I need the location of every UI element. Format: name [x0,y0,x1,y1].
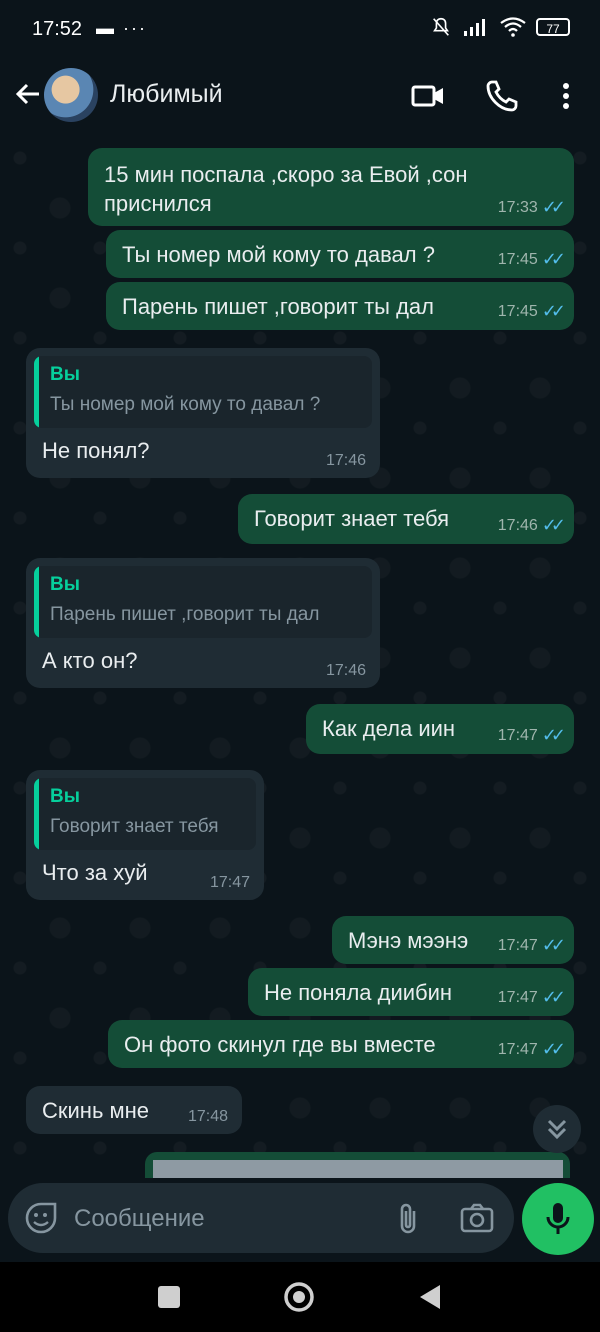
message-time: 17:48 [187,1108,228,1125]
message-meta: 17:47 ✓✓ [497,987,566,1008]
message-bubble-outgoing[interactable]: Как дела иин 17:47 ✓✓ [306,704,574,754]
message-time: 17:47 [497,1040,538,1058]
message-bubble-outgoing[interactable]: Не поняла диибин 17:47 ✓✓ [248,968,574,1016]
double-chevron-down-icon [547,1119,567,1140]
status-icons: 77 [430,16,570,38]
attach-icon[interactable] [394,1201,422,1235]
message-time: 17:47 [497,726,538,744]
message-time: 17:47 [209,874,250,891]
quote-author: Вы [50,786,80,807]
notification-icons: ▬ ··· [96,18,147,38]
read-ticks-icon: ✓✓ [541,515,566,535]
notifications-off-icon [433,17,449,36]
camera-icon[interactable] [460,1203,494,1233]
avatar[interactable] [44,68,98,122]
read-ticks-icon: ✓✓ [541,935,566,955]
system-nav-bar [0,1262,600,1332]
status-bar: 17:52 ▬ ··· 77 [0,0,600,60]
message-meta: 17:46 [326,662,366,680]
message-bubble-incoming[interactable]: Вы Парень пишет ,говорит ты дал А кто он… [26,558,380,688]
quoted-reply[interactable]: Вы Парень пишет ,говорит ты дал [34,566,372,638]
read-ticks-icon: ✓✓ [541,987,566,1007]
read-ticks-icon: ✓✓ [541,301,566,321]
message-bubble-outgoing[interactable]: Он фото скинул где вы вместе 17:47 ✓✓ [108,1020,574,1068]
message-input[interactable]: Сообщение [74,1205,205,1233]
message-composer[interactable]: Сообщение [8,1183,514,1253]
video-call-icon[interactable] [410,78,446,114]
message-time: 17:46 [497,516,538,534]
message-bubble-outgoing[interactable]: 15 мин поспала ,скоро за Евой ,сон присн… [88,148,574,226]
message-text: Мэнэ мээнэ [348,928,469,953]
message-time: 17:47 [497,988,538,1006]
back-triangle-icon[interactable] [418,1284,442,1310]
message-meta: 17:47 ✓✓ [497,725,566,746]
message-time: 17:46 [325,452,366,469]
quoted-reply[interactable]: Вы Говорит знает тебя [34,778,256,850]
voice-record-button[interactable] [522,1183,594,1255]
message-text: Скинь мне [42,1098,150,1123]
battery-icon: 77 [536,18,570,36]
message-meta: 17:45 ✓✓ [497,301,566,322]
message-meta: 17:46 ✓✓ [497,515,566,536]
quote-bar [34,778,39,850]
message-meta: 17:33 ✓✓ [497,197,566,218]
contact-name[interactable]: Любимый [110,80,223,109]
message-time: 17:45 [497,302,538,320]
image-message-preview[interactable] [145,1152,570,1178]
quote-author: Вы [50,364,80,385]
message-meta: 17:47 ✓✓ [497,1039,566,1060]
message-bubble-outgoing[interactable]: Ты номер мой кому то давал ? 17:45 ✓✓ [106,230,574,278]
clock: 17:52 [32,18,83,40]
message-text: Говорит знает тебя [254,506,450,531]
read-ticks-icon: ✓✓ [541,725,566,745]
more-vert-icon[interactable] [548,78,584,114]
message-time: 17:47 [497,936,538,954]
quote-bar [34,566,39,638]
message-time: 17:45 [497,250,538,268]
chat-area[interactable]: 15 мин поспала ,скоро за Евой ,сон присн… [0,138,600,1178]
signal-icon [464,19,485,36]
message-text: Как дела иин [322,716,456,741]
quote-text: Парень пишет ,говорит ты дал [50,604,320,625]
read-ticks-icon: ✓✓ [541,249,566,269]
scroll-down-button[interactable] [533,1105,581,1153]
emoji-sticker-icon[interactable] [24,1201,58,1235]
read-ticks-icon: ✓✓ [541,1039,566,1059]
message-bubble-outgoing[interactable]: Говорит знает тебя 17:46 ✓✓ [238,494,574,544]
message-bubble-outgoing[interactable]: Парень пишет ,говорит ты дал 17:45 ✓✓ [106,282,574,330]
message-text: Что за хуй [42,860,148,885]
message-text: Ты номер мой кому то давал ? [122,242,435,267]
message-meta: 17:45 ✓✓ [497,249,566,270]
read-ticks-icon: ✓✓ [541,197,566,217]
message-text: Он фото скинул где вы вместе [124,1032,436,1057]
chat-header: Любимый [0,60,600,138]
message-bubble-incoming[interactable]: Вы Ты номер мой кому то давал ? Не понял… [26,348,380,478]
message-text: Не понял? [42,438,150,463]
phone-icon[interactable] [484,78,520,114]
message-text: 15 мин поспала ,скоро за Евой ,сон присн… [104,162,468,216]
message-meta: 17:46 [326,452,366,470]
message-text: Парень пишет ,говорит ты дал [122,294,434,319]
message-time: 17:46 [325,662,366,679]
back-arrow-icon[interactable] [12,78,44,110]
message-time: 17:33 [497,198,538,216]
message-meta: 17:48 [188,1108,228,1126]
quote-bar [34,356,39,428]
message-bubble-incoming[interactable]: Вы Говорит знает тебя Что за хуй 17:47 [26,770,264,900]
quote-text: Ты номер мой кому то давал ? [50,394,321,415]
message-bubble-incoming[interactable]: Скинь мне 17:48 [26,1086,242,1134]
home-circle-icon[interactable] [283,1281,315,1313]
message-text: А кто он? [42,648,138,673]
quoted-reply[interactable]: Вы Ты номер мой кому то давал ? [34,356,372,428]
image-thumbnail [153,1160,563,1178]
message-meta: 17:47 [210,874,250,892]
message-meta: 17:47 ✓✓ [497,935,566,956]
message-text: Не поняла диибин [264,980,453,1005]
wifi-icon [500,17,526,37]
quote-author: Вы [50,574,80,595]
message-bubble-outgoing[interactable]: Мэнэ мээнэ 17:47 ✓✓ [332,916,574,964]
quote-text: Говорит знает тебя [50,816,219,837]
recents-square-icon[interactable] [157,1285,181,1309]
mic-icon [546,1203,570,1234]
